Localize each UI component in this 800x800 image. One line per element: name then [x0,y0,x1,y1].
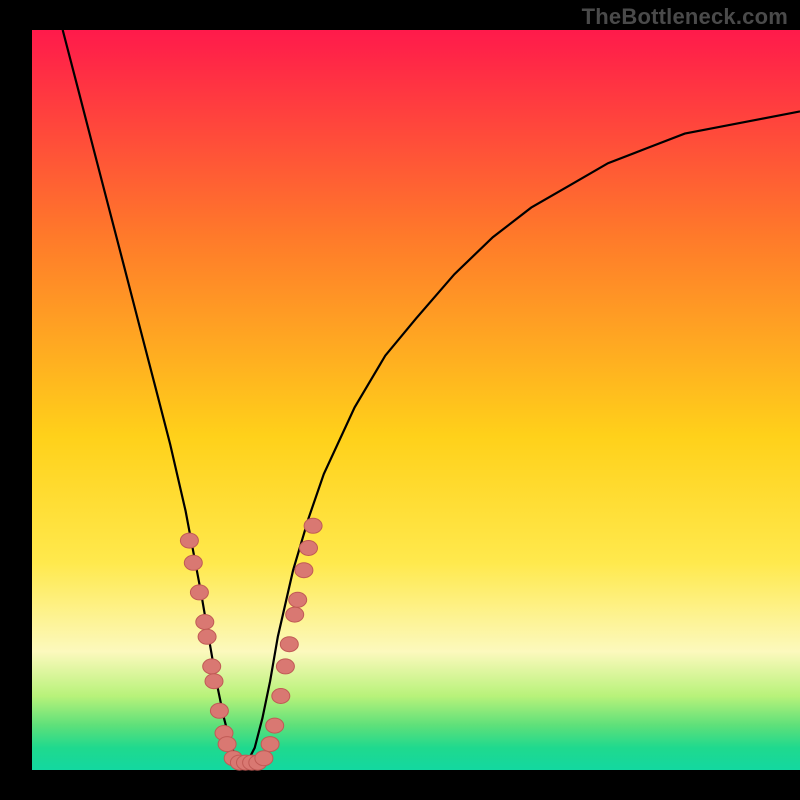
bottleneck-chart [0,0,800,800]
chart-stage: TheBottleneck.com [0,0,800,800]
marker-point [184,555,202,570]
marker-point [210,703,228,718]
marker-point [266,718,284,733]
marker-point [218,737,236,752]
marker-point [203,659,221,674]
marker-point [280,637,298,652]
marker-point [190,585,208,600]
marker-point [300,541,318,556]
marker-point [289,592,307,607]
marker-point [198,629,216,644]
marker-point [272,689,290,704]
marker-point [205,674,223,689]
marker-point [276,659,294,674]
marker-point [255,751,273,766]
marker-point [180,533,198,548]
marker-point [286,607,304,622]
marker-point [295,563,313,578]
marker-point [196,615,214,630]
plot-background [32,30,800,770]
watermark-label: TheBottleneck.com [582,4,788,30]
marker-point [304,518,322,533]
marker-point [261,737,279,752]
